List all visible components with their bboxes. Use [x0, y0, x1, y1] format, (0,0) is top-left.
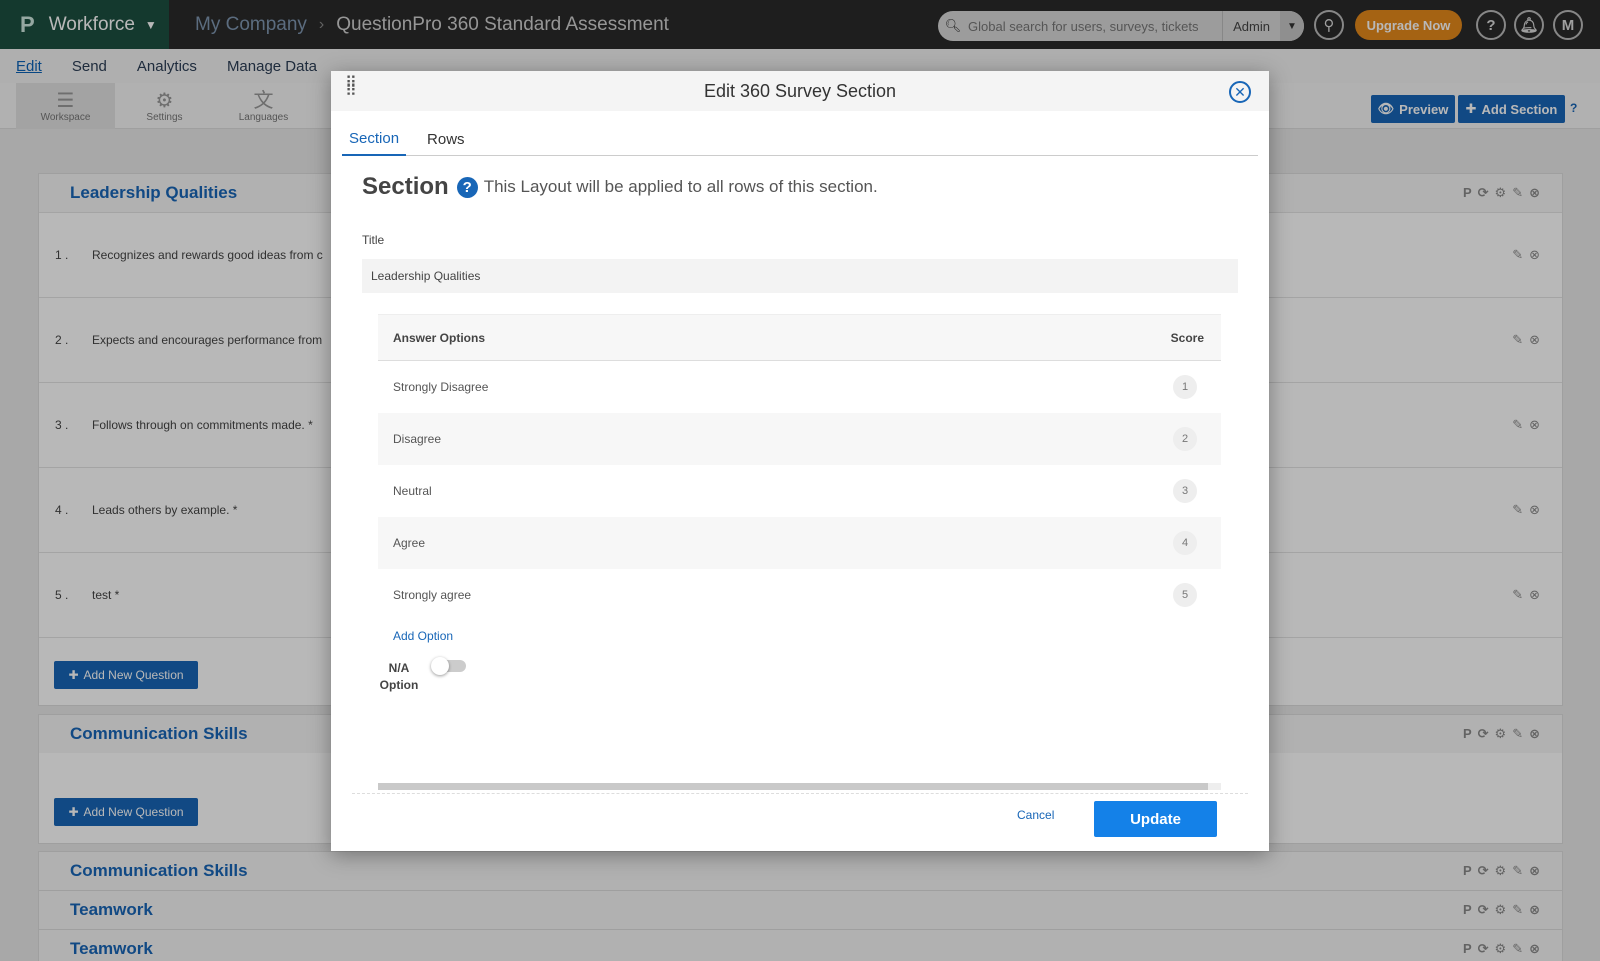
answer-option-label[interactable]: Agree [393, 536, 425, 550]
dialog-tabs: Section Rows [342, 123, 1258, 156]
update-button[interactable]: Update [1094, 801, 1217, 837]
score-badge[interactable]: 1 [1173, 375, 1197, 399]
na-option-label: N/A Option [376, 660, 422, 694]
answer-options-header: Answer Options [393, 330, 486, 345]
toggle-knob [431, 657, 449, 675]
dialog-title: Edit 360 Survey Section [703, 80, 897, 101]
title-input[interactable] [362, 259, 1238, 293]
answer-option-label[interactable]: Strongly Disagree [393, 380, 488, 394]
horizontal-scrollbar[interactable] [378, 783, 1221, 790]
edit-section-dialog: ⠿ ⠿ Edit 360 Survey Section ✕ Section Row… [331, 71, 1269, 851]
add-option-link[interactable]: Add Option [393, 629, 453, 643]
tab-section[interactable]: Section [342, 123, 407, 156]
answer-option-label[interactable]: Disagree [393, 432, 441, 446]
table-header: Answer Options Score [378, 314, 1221, 361]
na-label-line1: N/A [388, 661, 410, 675]
drag-handle-icon[interactable]: ⠿ ⠿ [345, 76, 357, 100]
scrollbar-thumb[interactable] [378, 783, 1208, 790]
na-option-toggle[interactable] [431, 657, 466, 675]
answer-option-row[interactable]: Neutral 3 [378, 465, 1221, 517]
cancel-button[interactable]: Cancel [1017, 808, 1054, 822]
title-label: Title [362, 233, 385, 247]
answer-option-row[interactable]: Strongly agree 5 [378, 569, 1221, 621]
na-label-line2: Option [379, 678, 419, 692]
score-header: Score [1170, 330, 1204, 345]
answer-options-table: Answer Options Score Strongly Disagree 1… [378, 314, 1221, 621]
answer-option-row[interactable]: Agree 4 [378, 517, 1221, 569]
score-badge[interactable]: 5 [1173, 583, 1197, 607]
answer-option-row[interactable]: Disagree 2 [378, 413, 1221, 465]
footer-divider [352, 793, 1248, 794]
close-icon[interactable]: ✕ [1229, 81, 1251, 103]
dialog-header[interactable]: ⠿ ⠿ Edit 360 Survey Section ✕ [331, 71, 1269, 111]
answer-option-label[interactable]: Strongly agree [393, 588, 471, 602]
score-badge[interactable]: 2 [1173, 427, 1197, 451]
section-heading-text: Section [362, 173, 449, 200]
score-badge[interactable]: 3 [1173, 479, 1197, 503]
section-note: This Layout will be applied to all rows … [483, 177, 878, 196]
tab-rows[interactable]: Rows [420, 123, 472, 156]
answer-option-label[interactable]: Neutral [393, 484, 432, 498]
help-icon[interactable]: ? [456, 176, 478, 198]
score-badge[interactable]: 4 [1173, 531, 1197, 555]
answer-option-row[interactable]: Strongly Disagree 1 [378, 361, 1221, 413]
section-heading: Section ? This Layout will be applied to… [362, 173, 878, 201]
